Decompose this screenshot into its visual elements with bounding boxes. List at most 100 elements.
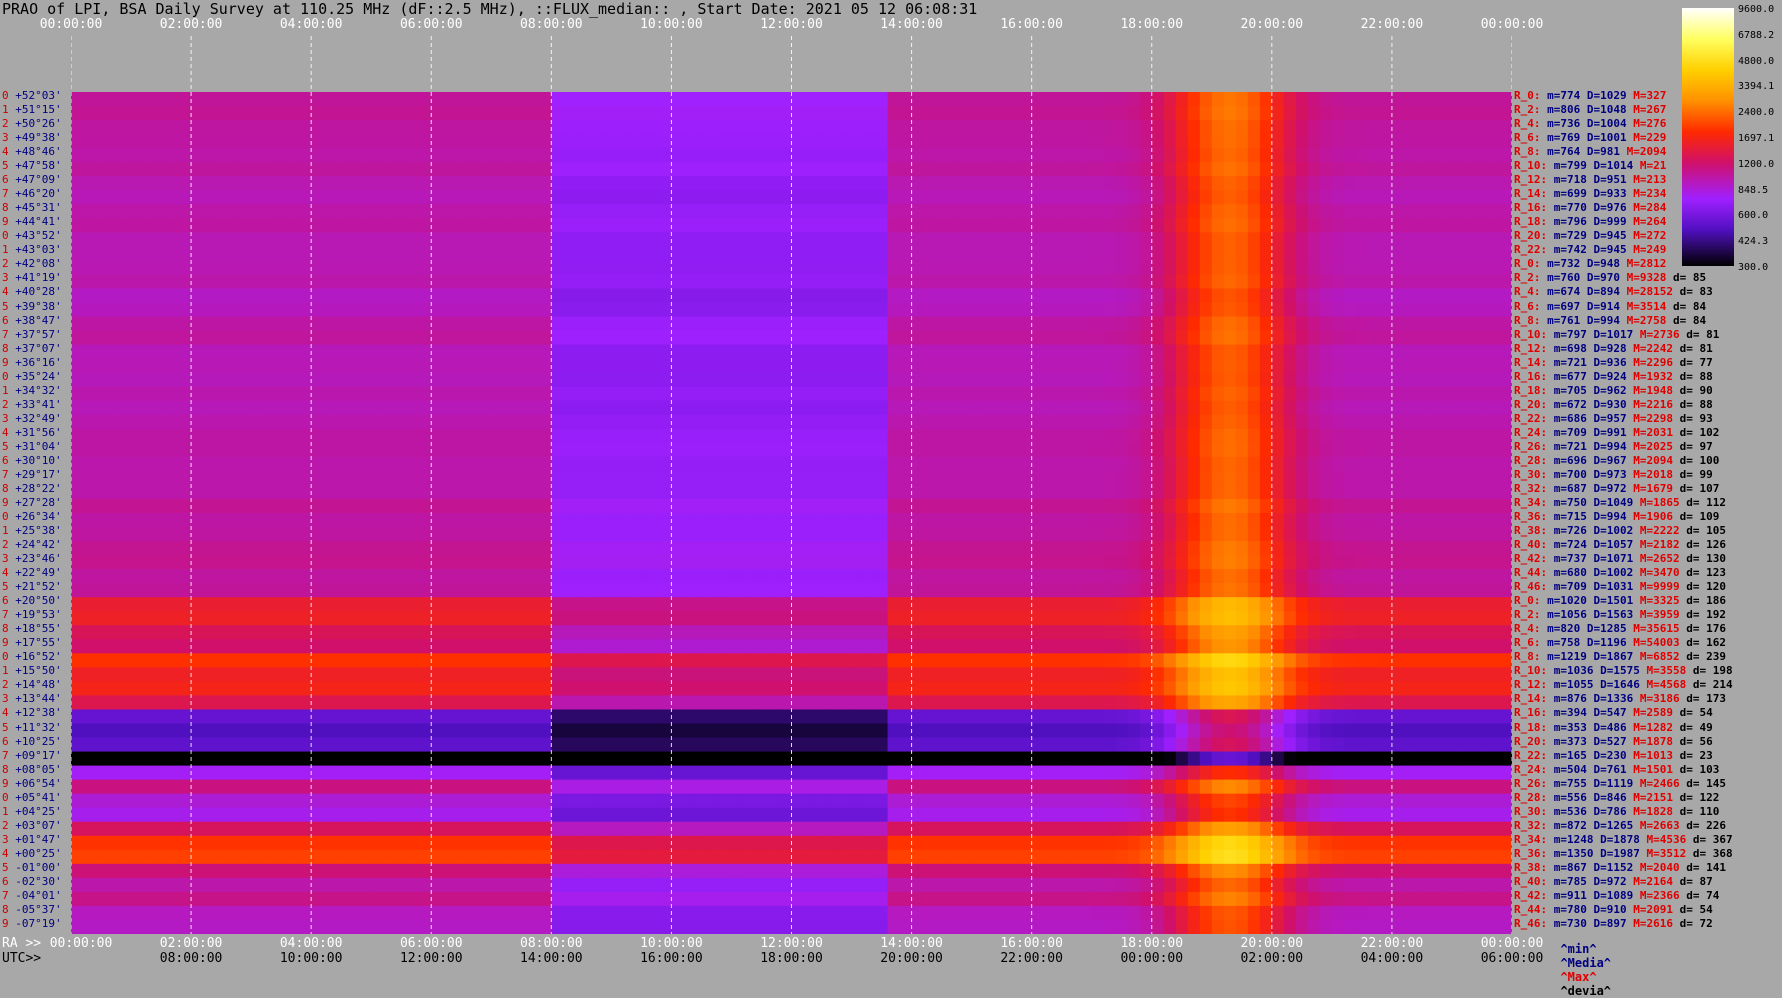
heatmap-cell (972, 204, 985, 218)
heatmap-cell (491, 232, 504, 246)
heatmap-cell (1008, 541, 1021, 555)
heatmap-cell (515, 639, 528, 653)
heatmap-cell (936, 457, 949, 471)
heatmap-cell (659, 485, 672, 499)
heatmap-cell (1176, 569, 1189, 583)
heatmap-cell (215, 246, 228, 260)
heatmap-cell (1404, 569, 1417, 583)
heatmap-cell (1200, 541, 1213, 555)
heatmap-cell (155, 190, 168, 204)
heatmap-cell (659, 639, 672, 653)
heatmap-cell (287, 232, 300, 246)
heatmap-cell (876, 499, 889, 513)
heatmap-cell (972, 583, 985, 597)
heatmap-cell (611, 667, 624, 681)
heatmap-cell (527, 471, 540, 485)
heatmap-cell (599, 541, 612, 555)
heatmap-cell (395, 527, 408, 541)
heatmap-cell (1116, 597, 1129, 611)
heatmap-cell (1308, 148, 1321, 162)
heatmap-cell (1212, 625, 1225, 639)
heatmap-cell (155, 485, 168, 499)
heatmap-cell (1272, 274, 1285, 288)
heatmap-cell (996, 190, 1009, 204)
heatmap-cell (611, 274, 624, 288)
heatmap-cell (467, 443, 480, 457)
heatmap-cell (864, 303, 877, 317)
heatmap-cell (1392, 415, 1405, 429)
heatmap-cell (587, 218, 600, 232)
heatmap-cell (515, 457, 528, 471)
heatmap-cell (719, 541, 732, 555)
heatmap-cell (155, 274, 168, 288)
heatmap-cell (888, 429, 901, 443)
heatmap-cell (95, 176, 108, 190)
heatmap-cell (1008, 232, 1021, 246)
heatmap-cell (695, 527, 708, 541)
heatmap-cell (731, 611, 744, 625)
heatmap-cell (623, 331, 636, 345)
heatmap-cell (888, 120, 901, 134)
heatmap-cell (972, 345, 985, 359)
heatmap-cell (503, 639, 516, 653)
heatmap-cell (900, 471, 913, 485)
heatmap-cell (119, 134, 132, 148)
heatmap-cell (1044, 415, 1057, 429)
heatmap-cell (852, 134, 865, 148)
heatmap-cell (1440, 246, 1453, 260)
heatmap-cell (900, 401, 913, 415)
heatmap-cell (1080, 331, 1093, 345)
heatmap-cell (95, 232, 108, 246)
heatmap-cell (1152, 345, 1165, 359)
heatmap-cell (443, 345, 456, 359)
heatmap-cell (251, 162, 264, 176)
heatmap-cell (575, 359, 588, 373)
heatmap-cell (804, 120, 817, 134)
heatmap-cell (347, 667, 360, 681)
heatmap-cell (719, 597, 732, 611)
heatmap-cell (840, 541, 853, 555)
heatmap-cell (143, 387, 156, 401)
heatmap-cell (323, 387, 336, 401)
heatmap-cell (575, 387, 588, 401)
heatmap-cell (107, 331, 120, 345)
heatmap-cell (1056, 134, 1069, 148)
heatmap-cell (1452, 597, 1465, 611)
heatmap-cell (948, 218, 961, 232)
heatmap-cell (1236, 653, 1249, 667)
heatmap-cell (587, 274, 600, 288)
heatmap-cell (840, 218, 853, 232)
heatmap-cell (1500, 232, 1512, 246)
heatmap-cell (1404, 527, 1417, 541)
heatmap-cell (1392, 639, 1405, 653)
heatmap-cell (371, 513, 384, 527)
heatmap-cell (503, 443, 516, 457)
heatmap-cell (1296, 555, 1309, 569)
heatmap-cell (563, 190, 576, 204)
heatmap-cell (539, 387, 552, 401)
heatmap-cell (167, 569, 180, 583)
heatmap-cell (1404, 443, 1417, 457)
heatmap-cell (1248, 162, 1261, 176)
heatmap-cell (1056, 611, 1069, 625)
heatmap-cell (1224, 569, 1237, 583)
heatmap-cell (1440, 555, 1453, 569)
heatmap-cell (251, 232, 264, 246)
heatmap-cell (227, 373, 240, 387)
heatmap-cell (960, 513, 973, 527)
heatmap-cell (864, 373, 877, 387)
heatmap-cell (1008, 611, 1021, 625)
heatmap-cell (1488, 232, 1501, 246)
heatmap-cell (383, 457, 396, 471)
heatmap-cell (467, 331, 480, 345)
heatmap-cell (912, 345, 925, 359)
heatmap-cell (1332, 485, 1345, 499)
heatmap-cell (1452, 527, 1465, 541)
heatmap-cell (900, 499, 913, 513)
heatmap-cell (1392, 387, 1405, 401)
heatmap-cell (611, 92, 624, 106)
heatmap-cell (443, 555, 456, 569)
heatmap-cell (1344, 401, 1357, 415)
colorbar-label: 2400.0 (1738, 107, 1774, 118)
heatmap-cell (539, 274, 552, 288)
